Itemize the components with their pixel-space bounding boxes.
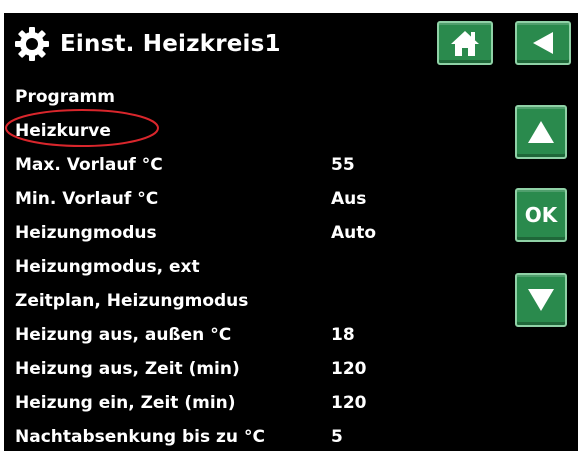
menu-item-label: Heizkurve: [15, 121, 111, 141]
menu-item-heizung-aus-aussen[interactable]: Heizung aus, außen °C 18: [15, 318, 495, 352]
gear-icon: [15, 27, 49, 61]
menu-item-value: Auto: [331, 223, 377, 243]
menu-item-heizungmodus-ext[interactable]: Heizungmodus, ext: [15, 250, 495, 284]
menu-item-label: Nachtabsenkung bis zu °C: [15, 427, 265, 447]
menu-item-nachtabsenkung[interactable]: Nachtabsenkung bis zu °C 5: [15, 420, 495, 451]
menu-item-value: Aus: [331, 189, 367, 209]
menu-item-zeitplan-heizungmodus[interactable]: Zeitplan, Heizungmodus: [15, 284, 495, 318]
menu-item-label: Min. Vorlauf °C: [15, 189, 159, 209]
menu-item-heizkurve[interactable]: Heizkurve: [15, 114, 495, 148]
menu-item-heizung-aus-zeit[interactable]: Heizung aus, Zeit (min) 120: [15, 352, 495, 386]
menu-item-label: Heizungmodus, ext: [15, 257, 200, 277]
back-button[interactable]: [515, 21, 571, 65]
menu-item-label: Programm: [15, 87, 115, 107]
menu-item-heizungmodus[interactable]: Heizungmodus Auto: [15, 216, 495, 250]
home-button[interactable]: [437, 21, 493, 65]
menu-item-value: 55: [331, 155, 355, 175]
title-bar: Einst. Heizkreis1: [14, 24, 281, 64]
menu-item-label: Heizung ein, Zeit (min): [15, 393, 236, 413]
menu-item-value: 120: [331, 359, 367, 379]
menu-item-label: Zeitplan, Heizungmodus: [15, 291, 249, 311]
device-screen: Einst. Heizkreis1 OK Programm Heizkurve: [4, 13, 578, 451]
page-title: Einst. Heizkreis1: [60, 31, 281, 57]
scroll-up-button[interactable]: [515, 105, 567, 159]
arrow-up-icon: [528, 121, 554, 143]
arrow-down-icon: [528, 289, 554, 311]
menu-item-min-vorlauf[interactable]: Min. Vorlauf °C Aus: [15, 182, 495, 216]
menu-item-value: 18: [331, 325, 355, 345]
menu-item-value: 5: [331, 427, 343, 447]
home-icon: [451, 31, 479, 56]
back-arrow-icon: [533, 32, 553, 54]
menu-item-value: 120: [331, 393, 367, 413]
menu-item-label: Heizung aus, Zeit (min): [15, 359, 240, 379]
menu-item-heizung-ein-zeit[interactable]: Heizung ein, Zeit (min) 120: [15, 386, 495, 420]
settings-menu: Programm Heizkurve Max. Vorlauf °C 55 Mi…: [15, 80, 495, 451]
ok-button[interactable]: OK: [515, 188, 567, 242]
scroll-down-button[interactable]: [515, 273, 567, 327]
menu-item-max-vorlauf[interactable]: Max. Vorlauf °C 55: [15, 148, 495, 182]
menu-item-label: Heizung aus, außen °C: [15, 325, 232, 345]
menu-item-label: Max. Vorlauf °C: [15, 155, 163, 175]
menu-item-programm[interactable]: Programm: [15, 80, 495, 114]
ok-button-label: OK: [524, 203, 558, 227]
menu-item-label: Heizungmodus: [15, 223, 157, 243]
